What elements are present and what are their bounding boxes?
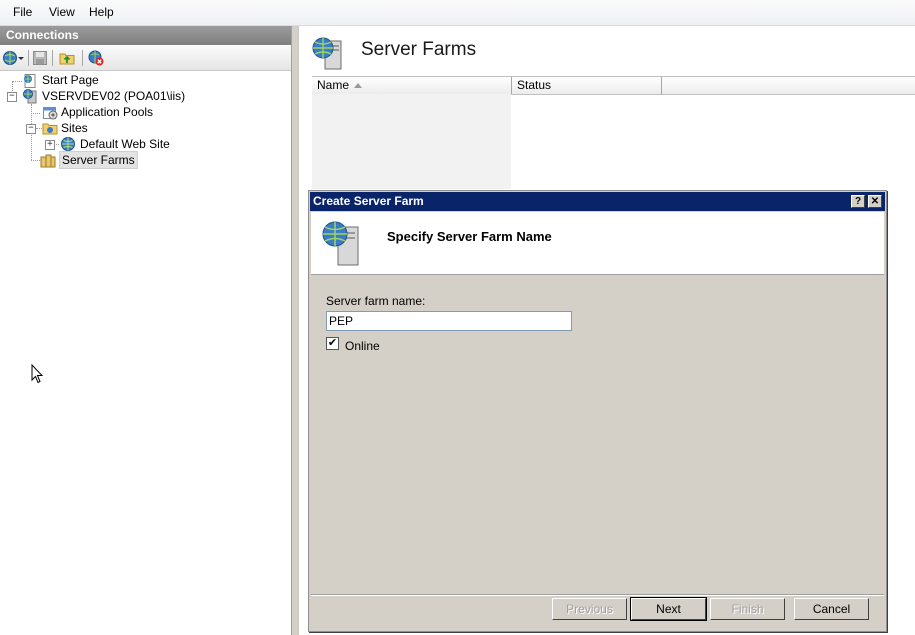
- collapse-sites-icon[interactable]: −: [26, 124, 36, 134]
- server-icon: [23, 89, 37, 104]
- cancel-button[interactable]: Cancel: [794, 598, 869, 620]
- column-header-status-label: Status: [517, 78, 552, 92]
- create-server-farm-dialog: Create Server Farm ? ✕ Specify Server Fa…: [308, 190, 887, 632]
- farm-name-label: Server farm name:: [326, 294, 426, 308]
- tree-line: [31, 113, 40, 114]
- menu-file[interactable]: File: [13, 5, 32, 19]
- sort-ascending-icon: [354, 83, 362, 88]
- finish-button[interactable]: Finish: [710, 598, 785, 620]
- website-globe-icon: [61, 137, 75, 151]
- start-page-icon: [24, 74, 36, 88]
- connections-header: Connections: [0, 26, 291, 45]
- toolbar-separator: [52, 50, 53, 66]
- expand-default-site-icon[interactable]: +: [45, 140, 55, 150]
- dialog-title: Create Server Farm: [313, 194, 424, 208]
- previous-button[interactable]: Previous: [552, 598, 627, 620]
- online-label: Online: [345, 339, 380, 353]
- sites-folder-icon: [42, 123, 58, 135]
- tree-item-default-web-site[interactable]: Default Web Site: [80, 136, 170, 152]
- grid-body: [312, 94, 511, 189]
- page-title: Server Farms: [361, 39, 477, 60]
- tree-line: [12, 81, 22, 82]
- grid-header: Name Status: [312, 76, 915, 95]
- toolbar-separator: [28, 50, 29, 66]
- connections-toolbar: [0, 46, 291, 71]
- dialog-banner: Specify Server Farm Name: [311, 212, 884, 275]
- tree-item-server[interactable]: VSERVDEV02 (POA01\iis): [42, 88, 185, 104]
- tree-item-server-farms[interactable]: Server Farms: [59, 151, 138, 169]
- connections-panel: Connections Start Page − VSERVDEV02 (POA…: [0, 26, 292, 635]
- tree-line: [31, 160, 40, 161]
- close-button[interactable]: ✕: [868, 195, 882, 208]
- column-header-name-label: Name: [317, 78, 350, 92]
- footer-divider: [311, 594, 884, 596]
- column-header-status[interactable]: Status: [512, 77, 662, 94]
- collapse-server-icon[interactable]: −: [7, 92, 17, 102]
- menu-view[interactable]: View: [49, 5, 75, 19]
- disconnect-icon[interactable]: [88, 50, 104, 66]
- help-button[interactable]: ?: [851, 195, 865, 208]
- next-button[interactable]: Next: [630, 597, 707, 621]
- save-icon[interactable]: [32, 50, 48, 66]
- dialog-heading: Specify Server Farm Name: [387, 229, 552, 244]
- dropdown-arrow-icon[interactable]: [17, 50, 25, 66]
- up-folder-icon[interactable]: [59, 50, 75, 66]
- server-farms-header-icon: [312, 37, 342, 70]
- online-checkbox[interactable]: ✔: [326, 337, 339, 350]
- tree-item-app-pools[interactable]: Application Pools: [61, 104, 153, 120]
- tree-item-sites[interactable]: Sites: [61, 120, 88, 136]
- menu-help[interactable]: Help: [89, 5, 114, 19]
- farm-name-input[interactable]: [326, 311, 572, 331]
- globe-connect-icon[interactable]: [2, 50, 18, 66]
- toolbar-separator: [82, 50, 83, 66]
- column-header-name[interactable]: Name: [312, 77, 512, 94]
- tree-item-start-page[interactable]: Start Page: [42, 72, 99, 88]
- server-farms-icon: [40, 154, 56, 168]
- mouse-cursor-icon: [31, 364, 43, 384]
- dialog-titlebar[interactable]: Create Server Farm ? ✕: [310, 192, 885, 211]
- app-pools-icon: [43, 107, 58, 120]
- server-farm-wizard-icon: [322, 221, 359, 266]
- menu-bar: File View Help: [0, 0, 915, 26]
